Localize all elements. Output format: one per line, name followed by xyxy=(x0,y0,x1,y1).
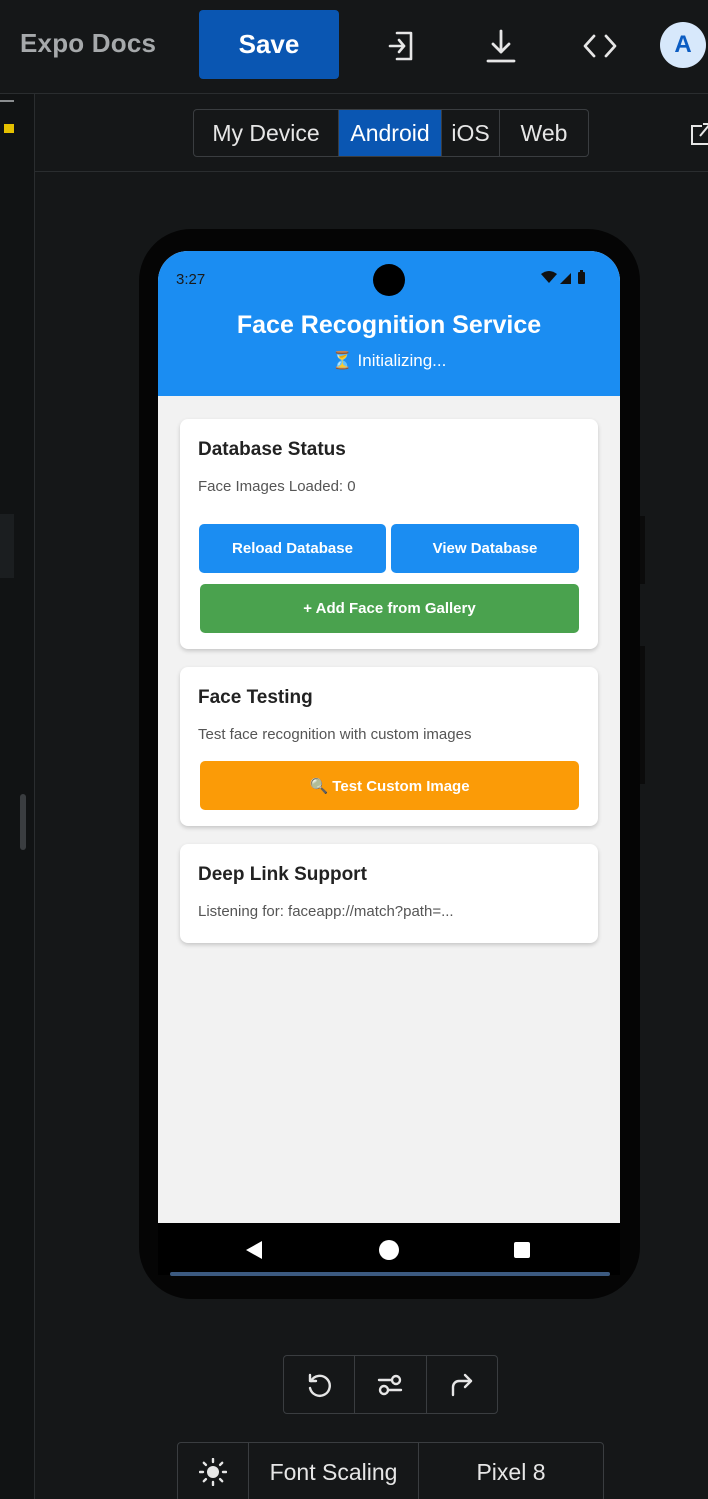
download-icon[interactable] xyxy=(481,24,521,68)
import-icon[interactable] xyxy=(382,24,422,68)
tab-ios[interactable]: iOS xyxy=(442,110,500,156)
card-text: Face Images Loaded: 0 xyxy=(198,478,356,495)
card-text: Listening for: faceapp://match?path=... xyxy=(198,903,454,920)
tab-my-device[interactable]: My Device xyxy=(194,110,339,156)
phone-volume-button xyxy=(640,646,645,784)
scrollbar[interactable] xyxy=(20,794,26,850)
face-testing-card: Face Testing Test face recognition with … xyxy=(180,667,598,826)
device-selector[interactable]: Pixel 8 xyxy=(419,1443,603,1499)
tab-android[interactable]: Android xyxy=(339,110,442,156)
gesture-bar xyxy=(170,1272,610,1276)
collapse-handle-icon[interactable] xyxy=(0,100,14,102)
reload-database-button[interactable]: Reload Database xyxy=(199,524,386,573)
app-title-text: Face Recognition Service xyxy=(236,311,542,339)
signal-icon xyxy=(560,273,571,284)
divider xyxy=(35,171,708,172)
code-icon[interactable] xyxy=(580,24,620,68)
card-text: Test face recognition with custom images xyxy=(198,726,472,743)
android-nav-bar xyxy=(158,1223,620,1275)
back-icon[interactable] xyxy=(244,1240,264,1260)
add-face-button[interactable]: + Add Face from Gallery xyxy=(200,584,579,633)
phone-side-button xyxy=(640,516,645,584)
card-title: Face Testing xyxy=(198,687,313,708)
app-title: Expo Docs xyxy=(20,28,157,58)
status-time: 3:27 xyxy=(176,271,206,288)
settings-button[interactable] xyxy=(355,1356,427,1413)
database-status-card: Database Status Face Images Loaded: 0 Re… xyxy=(180,419,598,649)
save-button[interactable]: Save xyxy=(199,10,339,79)
share-button[interactable] xyxy=(427,1356,497,1413)
deep-link-card: Deep Link Support Listening for: faceapp… xyxy=(180,844,598,943)
device-screen: 3:27 Face Recognition Service ⏳ Initiali… xyxy=(158,251,620,1223)
avatar[interactable]: A xyxy=(660,22,706,68)
home-icon[interactable] xyxy=(378,1239,400,1261)
status-icons xyxy=(540,270,588,291)
rotate-button[interactable] xyxy=(284,1356,356,1413)
app-status-text: ⏳ Initializing... xyxy=(331,351,447,370)
popout-icon[interactable] xyxy=(690,120,708,151)
share-icon xyxy=(451,1373,473,1396)
view-database-button[interactable]: View Database xyxy=(391,524,579,573)
left-panel-edge xyxy=(0,94,35,1499)
settings-sliders-icon xyxy=(378,1374,403,1395)
app-header: 3:27 Face Recognition Service ⏳ Initiali… xyxy=(158,251,620,396)
test-custom-image-button[interactable]: 🔍 Test Custom Image xyxy=(200,761,579,810)
camera-cutout xyxy=(373,264,405,296)
warning-marker-icon xyxy=(4,124,14,133)
wifi-icon xyxy=(541,271,557,283)
recents-icon[interactable] xyxy=(513,1241,531,1259)
card-title: Database Status xyxy=(198,439,346,460)
tab-web[interactable]: Web xyxy=(500,110,588,156)
top-bar: Expo Docs Save A xyxy=(0,0,708,94)
selected-line-marker xyxy=(0,514,14,578)
bottom-bar: Font Scaling Pixel 8 xyxy=(177,1442,604,1499)
sun-icon xyxy=(199,1458,227,1486)
platform-tabs: My Device Android iOS Web xyxy=(193,109,589,157)
card-title: Deep Link Support xyxy=(198,864,367,885)
font-scaling-button[interactable]: Font Scaling xyxy=(249,1443,419,1499)
battery-icon xyxy=(578,272,585,284)
rotate-icon xyxy=(308,1373,332,1397)
device-controls xyxy=(283,1355,498,1414)
theme-toggle[interactable] xyxy=(178,1443,249,1499)
